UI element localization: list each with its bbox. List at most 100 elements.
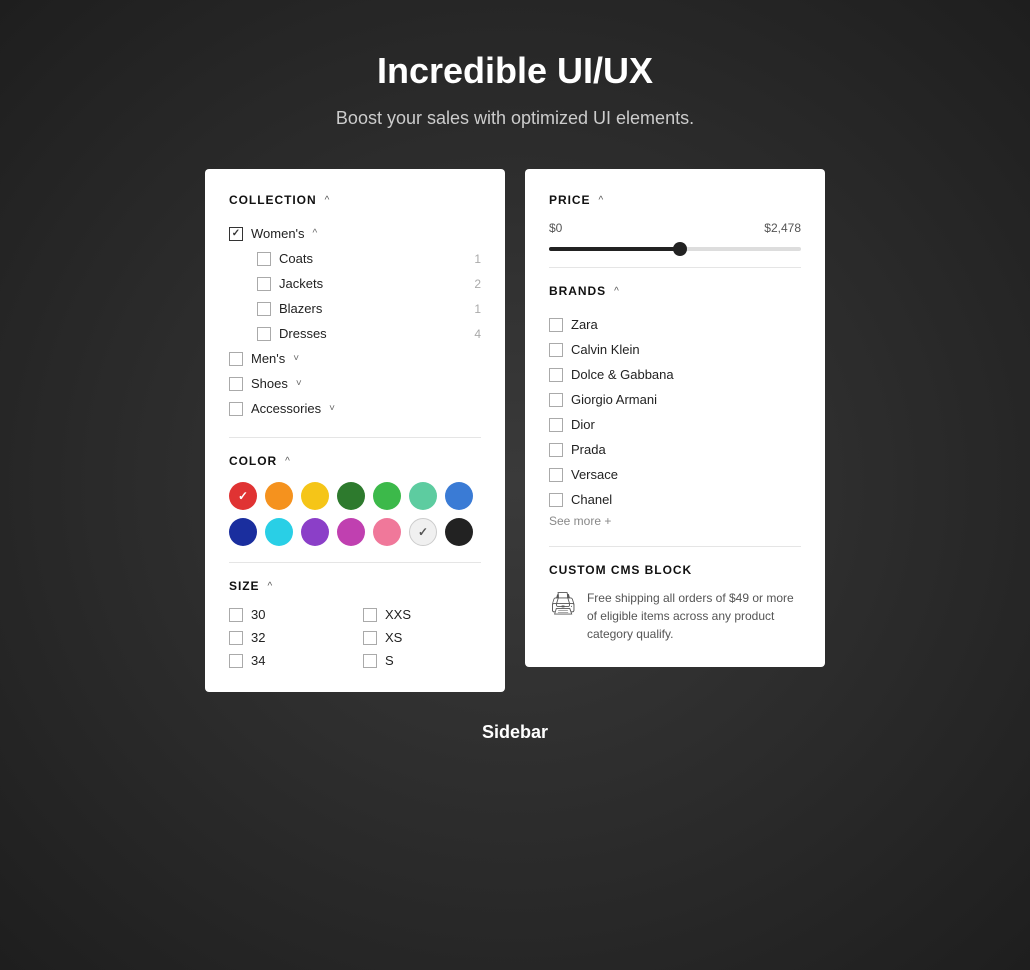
collection-title-row: COLLECTION ^ (229, 193, 329, 207)
blazers-checkbox[interactable] (257, 302, 271, 316)
list-item[interactable]: S (363, 653, 481, 668)
see-more-button[interactable]: See more + (549, 514, 611, 528)
price-header: PRICE ^ (549, 193, 801, 207)
list-item[interactable]: XXS (363, 607, 481, 622)
list-item[interactable]: Dresses 4 (229, 321, 481, 346)
dior-checkbox[interactable] (549, 418, 563, 432)
right-panel: PRICE ^ $0 $2,478 BRANDS ^ Zara (525, 169, 825, 667)
price-max-label: $2,478 (764, 221, 801, 235)
size-s-checkbox[interactable] (363, 654, 377, 668)
shoes-chevron: ˅ (296, 378, 302, 389)
list-item[interactable]: 30 (229, 607, 347, 622)
list-item[interactable]: Coats 1 (229, 246, 481, 271)
list-item[interactable]: XS (363, 630, 481, 645)
prada-checkbox[interactable] (549, 443, 563, 457)
size-title-row: SIZE ^ (229, 579, 272, 593)
color-swatch[interactable] (373, 518, 401, 546)
color-swatch[interactable] (373, 482, 401, 510)
coats-label: Coats (279, 251, 466, 266)
shipping-icon: 🖨 (549, 591, 577, 617)
shoes-checkbox[interactable] (229, 377, 243, 391)
jackets-label: Jackets (279, 276, 466, 291)
color-swatch[interactable] (445, 482, 473, 510)
accessories-checkbox[interactable] (229, 402, 243, 416)
panels-container: COLLECTION ^ Women's ^ Coats 1 Jackets 2 (205, 169, 825, 692)
cms-title: CUSTOM CMS BLOCK (549, 563, 801, 577)
womens-chevron: ^ (313, 228, 318, 239)
color-swatch[interactable] (265, 482, 293, 510)
chanel-checkbox[interactable] (549, 493, 563, 507)
list-item[interactable]: Chanel (549, 487, 801, 512)
size-30-label: 30 (251, 607, 265, 622)
color-swatch[interactable] (265, 518, 293, 546)
list-item[interactable]: Prada (549, 437, 801, 462)
color-swatch[interactable] (337, 482, 365, 510)
dior-label: Dior (571, 417, 595, 432)
list-item[interactable]: Dolce & Gabbana (549, 362, 801, 387)
size-34-checkbox[interactable] (229, 654, 243, 668)
accessories-row[interactable]: Accessories ˅ (229, 396, 481, 421)
collection-header: COLLECTION ^ (229, 193, 481, 207)
list-item[interactable]: Zara (549, 312, 801, 337)
color-swatch[interactable] (301, 482, 329, 510)
divider-3 (549, 267, 801, 268)
zara-checkbox[interactable] (549, 318, 563, 332)
dolce-checkbox[interactable] (549, 368, 563, 382)
list-item[interactable]: Dior (549, 412, 801, 437)
accessories-label: Accessories (251, 401, 321, 416)
mens-chevron: ˅ (293, 353, 299, 364)
accessories-chevron: ˅ (329, 403, 335, 414)
shoes-label: Shoes (251, 376, 288, 391)
list-item[interactable]: Blazers 1 (229, 296, 481, 321)
color-swatch[interactable] (409, 482, 437, 510)
color-swatch[interactable] (229, 482, 257, 510)
mens-checkbox[interactable] (229, 352, 243, 366)
dresses-checkbox[interactable] (257, 327, 271, 341)
giorgioarmani-label: Giorgio Armani (571, 392, 657, 407)
size-xs-checkbox[interactable] (363, 631, 377, 645)
versace-checkbox[interactable] (549, 468, 563, 482)
list-item[interactable]: Giorgio Armani (549, 387, 801, 412)
size-32-checkbox[interactable] (229, 631, 243, 645)
color-title: COLOR (229, 454, 277, 468)
slider-thumb[interactable] (673, 242, 687, 256)
calvinklein-label: Calvin Klein (571, 342, 640, 357)
womens-row[interactable]: Women's ^ (229, 221, 481, 246)
color-swatch[interactable] (301, 518, 329, 546)
coats-count: 1 (474, 252, 481, 266)
color-swatch[interactable] (409, 518, 437, 546)
list-item[interactable]: Jackets 2 (229, 271, 481, 296)
list-item[interactable]: 34 (229, 653, 347, 668)
size-30-checkbox[interactable] (229, 608, 243, 622)
calvinklein-checkbox[interactable] (549, 343, 563, 357)
jackets-count: 2 (474, 277, 481, 291)
size-xxs-label: XXS (385, 607, 411, 622)
color-swatch[interactable] (337, 518, 365, 546)
price-slider[interactable] (549, 247, 801, 251)
footer-label: Sidebar (482, 722, 548, 743)
price-title: PRICE (549, 193, 590, 207)
collection-title: COLLECTION (229, 193, 317, 207)
price-title-row: PRICE ^ (549, 193, 603, 207)
mens-row[interactable]: Men's ˅ (229, 346, 481, 371)
color-swatch[interactable] (229, 518, 257, 546)
list-item[interactable]: 32 (229, 630, 347, 645)
blazers-label: Blazers (279, 301, 466, 316)
shoes-row[interactable]: Shoes ˅ (229, 371, 481, 396)
size-xxs-checkbox[interactable] (363, 608, 377, 622)
page-title: Incredible UI/UX (377, 50, 653, 92)
size-xs-label: XS (385, 630, 402, 645)
coats-checkbox[interactable] (257, 252, 271, 266)
giorgioarmani-checkbox[interactable] (549, 393, 563, 407)
color-swatch[interactable] (445, 518, 473, 546)
womens-subcategories: Coats 1 Jackets 2 Blazers 1 Dresses 4 (229, 246, 481, 346)
list-item[interactable]: Calvin Klein (549, 337, 801, 362)
womens-label: Women's (251, 226, 305, 241)
color-title-row: COLOR ^ (229, 454, 290, 468)
womens-checkbox[interactable] (229, 227, 243, 241)
cms-text: Free shipping all orders of $49 or more … (587, 589, 801, 643)
chanel-label: Chanel (571, 492, 612, 507)
list-item[interactable]: Versace (549, 462, 801, 487)
divider-1 (229, 437, 481, 438)
jackets-checkbox[interactable] (257, 277, 271, 291)
